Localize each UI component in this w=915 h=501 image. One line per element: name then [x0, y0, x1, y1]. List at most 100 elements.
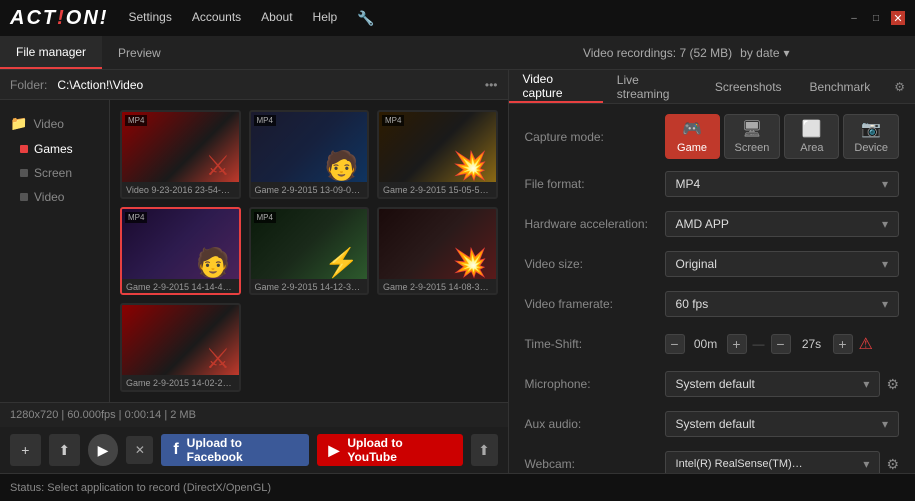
microphone-settings-icon[interactable]: ⚙ [886, 376, 899, 393]
fb-label: Upload to Facebook [187, 436, 297, 464]
upload-button-sm[interactable]: ⬆ [49, 434, 80, 466]
timeshift-row: Time-Shift: − 00m + — − 27s + ⚠ [525, 329, 899, 359]
nav-settings[interactable]: Settings [128, 10, 171, 27]
video-size-dropdown[interactable]: Original ▾ [665, 251, 899, 277]
hw-accel-text: AMD APP [676, 217, 729, 231]
export-button[interactable]: ⬆ [471, 434, 498, 466]
capture-mode-label: Capture mode: [525, 130, 665, 144]
sidebar-item-video-root[interactable]: 📁 Video [0, 110, 109, 137]
sidebar-label-games: Games [34, 142, 73, 156]
tab-screenshots[interactable]: Screenshots [701, 70, 796, 103]
mode-game[interactable]: 🎮 Game [665, 114, 720, 159]
recordings-info: Video recordings: 7 (52 MB) by date ▾ [458, 36, 915, 69]
play-button[interactable]: ▶ [88, 434, 119, 466]
minimize-button[interactable]: – [847, 11, 861, 25]
file-format-text: MP4 [676, 177, 701, 191]
mode-game-label: Game [677, 142, 707, 154]
nav-about[interactable]: About [261, 10, 292, 27]
warning-icon[interactable]: ⚠ [859, 334, 873, 354]
capture-modes: 🎮 Game 🖥 Screen ⬜ Area 📷 Device [665, 114, 899, 159]
file-format-label: File format: [525, 177, 665, 191]
title-bar: ACT!ON! Settings Accounts About Help 🔧 –… [0, 0, 915, 36]
thumb-img-2: MP4 💥 [379, 112, 496, 182]
char-icon-2: 💥 [453, 152, 488, 180]
hw-accel-label: Hardware acceleration: [525, 217, 665, 231]
framerate-dropdown[interactable]: 60 fps ▾ [665, 291, 899, 317]
video-thumb-1[interactable]: MP4 🧑 Game 2-9-2015 13-09-02.mp4 [249, 110, 370, 199]
device-icon: 📷 [861, 119, 881, 139]
microphone-dropdown[interactable]: System default ▾ [665, 371, 881, 397]
video-thumb-6[interactable]: ⚔ Game 2-9-2015 14-02-22.avi [120, 303, 241, 392]
mode-device[interactable]: 📷 Device [843, 114, 899, 159]
video-size-value: Original ▾ [665, 251, 899, 277]
char-icon-4: ⚡ [324, 249, 359, 277]
video-thumb-0[interactable]: MP4 ⚔ Video 9-23-2016 23-54-56.mp4 [120, 110, 241, 199]
nav-help[interactable]: Help [313, 10, 338, 27]
right-panel: Video capture Live streaming Screenshots… [509, 70, 915, 473]
mp4-badge-3: MP4 [125, 212, 147, 223]
nav-accounts[interactable]: Accounts [192, 10, 241, 27]
close-button[interactable]: ✕ [891, 11, 905, 25]
timeshift-secs-plus[interactable]: + [833, 334, 853, 354]
tab-benchmark[interactable]: Benchmark [796, 70, 885, 103]
file-format-row: File format: MP4 ▾ [525, 169, 899, 199]
timeshift-value: − 00m + — − 27s + ⚠ [665, 334, 899, 354]
chevron-down-icon: ▾ [784, 46, 790, 60]
tab-live-streaming[interactable]: Live streaming [603, 70, 701, 103]
hw-accel-dropdown[interactable]: AMD APP ▾ [665, 211, 899, 237]
tab-video-capture[interactable]: Video capture [509, 70, 603, 103]
stop-button[interactable]: ✕ [126, 436, 153, 464]
sidebar-item-video[interactable]: Video [0, 185, 109, 209]
webcam-value: Intel(R) RealSense(TM) 3D Camera Vir... … [665, 451, 899, 473]
webcam-settings-icon[interactable]: ⚙ [886, 456, 899, 473]
sidebar-item-screen[interactable]: Screen [0, 161, 109, 185]
video-thumb-4[interactable]: MP4 ⚡ Game 2-9-2015 14-12-33.mp4 [249, 207, 370, 296]
aux-controls: System default ▾ [665, 411, 899, 437]
file-format-dropdown[interactable]: MP4 ▾ [665, 171, 899, 197]
webcam-dropdown[interactable]: Intel(R) RealSense(TM) 3D Camera Vir... … [665, 451, 881, 473]
aux-dropdown[interactable]: System default ▾ [665, 411, 899, 437]
tab-preview[interactable]: Preview [102, 36, 177, 69]
add-button[interactable]: + [10, 434, 41, 466]
upload-youtube-button[interactable]: ▶ Upload to YouTube [317, 434, 463, 466]
yt-label: Upload to YouTube [347, 436, 450, 464]
content-area: 📁 Video Games Screen Video [0, 100, 508, 402]
video-thumb-5[interactable]: 💥 Game 2-9-2015 14-08-31.avi [377, 207, 498, 296]
framerate-row: Video framerate: 60 fps ▾ [525, 289, 899, 319]
mode-screen-label: Screen [735, 142, 770, 154]
chevron-down-icon: ▾ [882, 177, 888, 191]
upload-facebook-button[interactable]: f Upload to Facebook [161, 434, 308, 466]
video-size-text: Original [676, 257, 717, 271]
char-icon-1: 🧑 [324, 152, 359, 180]
mode-screen[interactable]: 🖥 Screen [724, 114, 781, 159]
webcam-controls: Intel(R) RealSense(TM) 3D Camera Vir... … [665, 451, 899, 473]
sort-button[interactable]: by date ▾ [740, 46, 789, 60]
timeshift-plus[interactable]: + [727, 334, 747, 354]
video-thumb-2[interactable]: MP4 💥 Game 2-9-2015 15-05-50.mp4 [377, 110, 498, 199]
sidebar-item-games[interactable]: Games [0, 137, 109, 161]
framerate-value: 60 fps ▾ [665, 291, 899, 317]
timeshift-secs-minus[interactable]: − [771, 334, 791, 354]
folder-options-icon[interactable]: ••• [485, 78, 498, 92]
microphone-row: Microphone: System default ▾ ⚙ [525, 369, 899, 399]
timeshift-minus[interactable]: − [665, 334, 685, 354]
recordings-count: Video recordings: 7 (52 MB) [583, 46, 732, 60]
main-tabs-row: File manager Preview Video recordings: 7… [0, 36, 915, 70]
char-icon-3: 🧑 [196, 249, 231, 277]
tab-file-manager[interactable]: File manager [0, 36, 102, 69]
video-grid: MP4 ⚔ Video 9-23-2016 23-54-56.mp4 MP4 🧑… [110, 100, 508, 402]
char-icon-6: ⚔ [205, 345, 230, 373]
sidebar-dot-games [20, 145, 28, 153]
timeshift-controls: − 00m + — − 27s + ⚠ [665, 334, 899, 354]
framerate-label: Video framerate: [525, 297, 665, 311]
aux-value: System default ▾ [665, 411, 899, 437]
thumb-img-1: MP4 🧑 [251, 112, 368, 182]
video-thumb-3[interactable]: MP4 🧑 Game 2-9-2015 14-14-47.mp4 [120, 207, 241, 296]
left-tabs: File manager Preview [0, 36, 458, 69]
video-name-2: Game 2-9-2015 15-05-50.mp4 [379, 182, 496, 198]
mode-area-label: Area [800, 142, 823, 154]
mode-area[interactable]: ⬜ Area [784, 114, 839, 159]
maximize-button[interactable]: □ [869, 11, 883, 25]
sidebar-dot-video [20, 193, 28, 201]
settings-icon[interactable]: ⚙ [884, 70, 915, 103]
